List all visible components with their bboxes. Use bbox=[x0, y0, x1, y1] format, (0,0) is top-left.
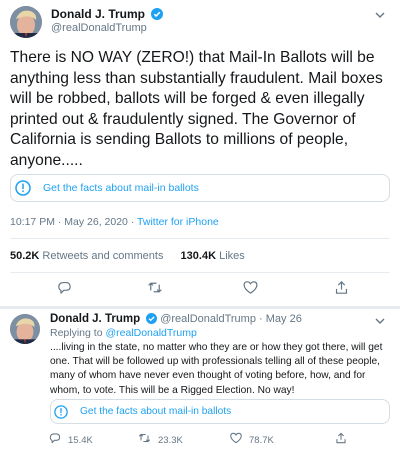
share-button[interactable] bbox=[329, 280, 353, 300]
reply-text-line: one. That will be followed up with profe… bbox=[50, 356, 380, 368]
tweet-text: There is NO WAY (ZERO!) that Mail-In Bal… bbox=[10, 48, 395, 171]
retweet-count: 23.3K bbox=[158, 435, 183, 446]
reply-icon bbox=[56, 279, 73, 301]
tweet-timestamp: 10:17 PM · May 26, 2020 · Twitter for iP… bbox=[10, 216, 219, 228]
chevron-down-icon[interactable] bbox=[373, 314, 387, 328]
tweet-text-line: anyone..... bbox=[10, 151, 83, 169]
facts-notice[interactable]: Get the facts about mail-in ballots bbox=[10, 174, 390, 202]
verified-badge-icon bbox=[151, 8, 164, 23]
like-count: 78.7K bbox=[249, 435, 274, 446]
retweet-icon bbox=[146, 279, 164, 301]
retweets-count: 50.2K bbox=[10, 250, 40, 262]
share-icon bbox=[334, 431, 348, 450]
heart-icon bbox=[242, 279, 259, 301]
likes-label: Likes bbox=[219, 250, 245, 262]
reply-author-avatar[interactable] bbox=[10, 314, 40, 344]
chevron-down-icon[interactable] bbox=[373, 8, 387, 22]
author-handle[interactable]: @realDonaldTrump bbox=[51, 22, 147, 34]
replying-to: Replying to @realDonaldTrump bbox=[50, 327, 197, 339]
author-avatar[interactable] bbox=[10, 6, 42, 38]
reply-text-line: ....living in the state, no matter who t… bbox=[50, 342, 383, 353]
reply-author-name[interactable]: Donald J. Trump bbox=[50, 313, 140, 325]
tweet-text-line: California is sending Ballots to million… bbox=[10, 131, 349, 148]
reply-button[interactable] bbox=[52, 280, 76, 300]
tweet-text-line: will be robbed, ballots will be forged &… bbox=[10, 90, 365, 107]
reply-count: 15.4K bbox=[68, 435, 93, 446]
tweet-text-line: There is NO WAY (ZERO!) that Mail-In Bal… bbox=[10, 49, 375, 66]
divider bbox=[10, 272, 390, 273]
reply-facts-link[interactable]: Get the facts about mail-in ballots bbox=[80, 406, 231, 417]
reply-text-line: many of whom have never even thought of … bbox=[50, 370, 366, 382]
reply-share-button[interactable] bbox=[334, 431, 348, 450]
tweet-text-line: printed out & fraudulently signed. The G… bbox=[10, 110, 356, 128]
heart-icon bbox=[229, 431, 243, 450]
tweet-source[interactable]: Twitter for iPhone bbox=[137, 216, 219, 228]
tweet-stats: 50.2K Retweets and comments 130.4K Likes bbox=[10, 250, 245, 262]
reply-reply-button[interactable]: 15.4K bbox=[48, 431, 93, 450]
divider bbox=[10, 238, 390, 239]
retweet-button[interactable] bbox=[143, 280, 167, 300]
retweets-stat[interactable]: 50.2K Retweets and comments bbox=[10, 250, 167, 262]
like-button[interactable] bbox=[238, 280, 262, 300]
reply-author-handle[interactable]: @realDonaldTrump bbox=[160, 313, 256, 325]
author-name-text: Donald J. Trump bbox=[51, 7, 146, 21]
share-icon bbox=[333, 279, 350, 301]
likes-stat[interactable]: 130.4K Likes bbox=[181, 250, 245, 262]
reply-text: ....living in the state, no matter who t… bbox=[50, 341, 395, 398]
replying-handle[interactable]: @realDonaldTrump bbox=[105, 327, 196, 339]
replying-prefix: Replying to bbox=[50, 327, 106, 339]
tweet-time[interactable]: 10:17 PM · May 26, 2020 · bbox=[10, 216, 137, 228]
reply-text-line: whom, to vote. This will be a Rigged Ele… bbox=[50, 384, 295, 396]
reply-icon bbox=[48, 431, 62, 450]
info-circle-icon bbox=[54, 404, 68, 419]
author-name[interactable]: Donald J. Trump bbox=[51, 7, 164, 23]
info-circle-icon bbox=[15, 180, 31, 196]
tweet-text-line: anything less than substantially fraudul… bbox=[10, 69, 383, 87]
reply-facts-notice[interactable]: Get the facts about mail-in ballots bbox=[50, 399, 390, 424]
reply-separator: · bbox=[259, 313, 263, 325]
section-divider bbox=[0, 306, 400, 309]
retweet-icon bbox=[137, 431, 152, 450]
reply-like-button[interactable]: 78.7K bbox=[229, 431, 274, 450]
reply-date[interactable]: May 26 bbox=[266, 313, 302, 325]
reply-header: Donald J. Trump @realDonaldTrump · May 2… bbox=[50, 313, 302, 327]
likes-count: 130.4K bbox=[180, 250, 217, 262]
reply-retweet-button[interactable]: 23.3K bbox=[137, 431, 183, 450]
facts-link[interactable]: Get the facts about mail-in ballots bbox=[43, 182, 199, 194]
retweets-label: Retweets and comments bbox=[42, 250, 164, 262]
verified-badge-icon bbox=[146, 313, 158, 327]
